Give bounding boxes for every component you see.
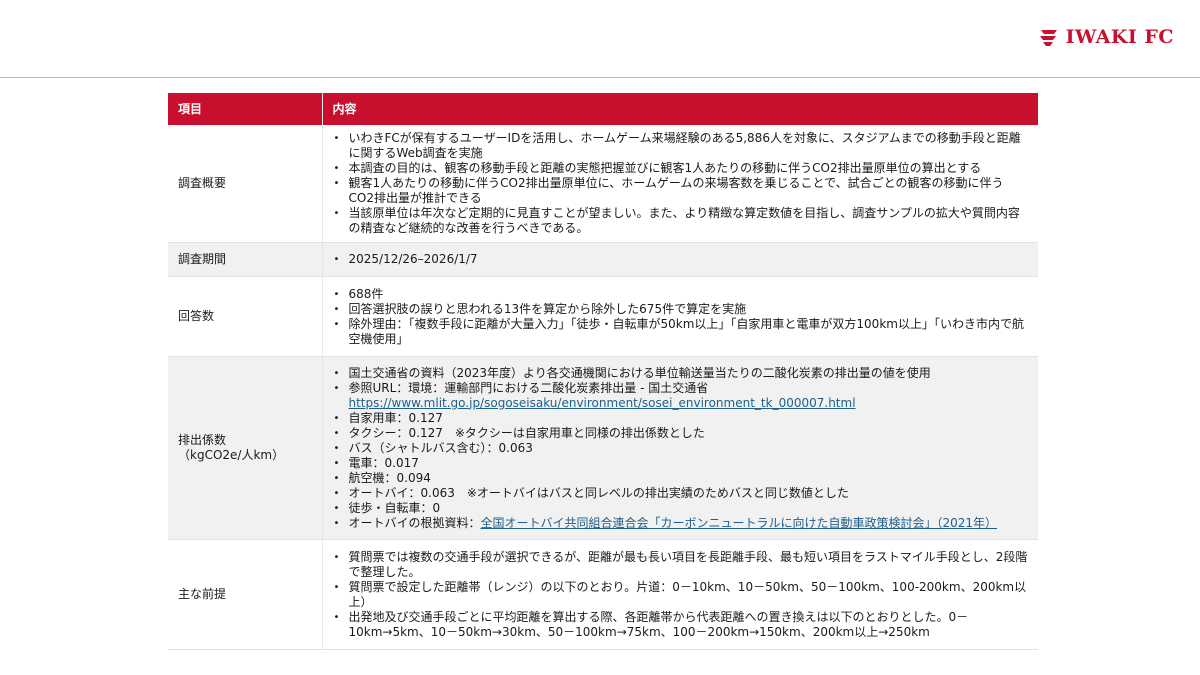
reference-text: 参照URL：環境：運輸部門における二酸化炭素排出量 - 国土交通省	[348, 380, 709, 395]
table-row: 調査概要 いわきFCが保有するユーザーIDを活用し、ホームゲーム来場経験のある5…	[168, 125, 1038, 243]
brand-name: IWAKI FC	[1065, 26, 1174, 48]
reference-url-link[interactable]: https://www.mlit.go.jp/sogoseisaku/envir…	[349, 396, 856, 410]
row-label: 調査期間	[168, 242, 323, 277]
table-row: 主な前提 質問票では複数の交通手段が選択できるが、距離が最も長い項目を長距離手段…	[168, 539, 1038, 650]
list-item: 徒歩・自転車：0	[333, 501, 1029, 516]
table-row: 調査期間 2025/12/26–2026/1/7	[168, 242, 1038, 277]
row-content: 2025/12/26–2026/1/7	[322, 242, 1038, 277]
row-content: 国土交通省の資料（2023年度）より各交通機関における単位輸送量当たりの二酸化炭…	[322, 356, 1038, 540]
list-item: 質問票では複数の交通手段が選択できるが、距離が最も長い項目を長距離手段、最も短い…	[333, 550, 1029, 580]
row-label: 排出係数 （kgCO2e/人km）	[168, 356, 323, 540]
list-item: 除外理由：「複数手段に距離が大量入力」「徒歩・自転車が50km以上」「自家用車と…	[333, 317, 1029, 347]
header-divider	[0, 77, 1200, 78]
list-item: 688件	[333, 287, 1029, 302]
row-content: 688件 回答選択肢の誤りと思われる13件を算定から除外した675件で算定を実施…	[322, 276, 1038, 357]
list-item: 参照URL：環境：運輸部門における二酸化炭素排出量 - 国土交通省 https:…	[333, 381, 1029, 411]
column-header-content: 内容	[322, 93, 1038, 125]
row-content: いわきFCが保有するユーザーIDを活用し、ホームゲーム来場経験のある5,886人…	[322, 125, 1038, 243]
list-item: 国土交通省の資料（2023年度）より各交通機関における単位輸送量当たりの二酸化炭…	[333, 366, 1029, 381]
brand-logo[interactable]: IWAKI FC	[1038, 26, 1174, 48]
list-item: 自家用車：0.127	[333, 411, 1029, 426]
row-content: 質問票では複数の交通手段が選択できるが、距離が最も長い項目を長距離手段、最も短い…	[322, 539, 1038, 650]
row-label: 調査概要	[168, 125, 323, 243]
column-header-item: 項目	[168, 93, 323, 125]
table-row: 回答数 688件 回答選択肢の誤りと思われる13件を算定から除外した675件で算…	[168, 276, 1038, 357]
list-item: いわきFCが保有するユーザーIDを活用し、ホームゲーム来場経験のある5,886人…	[333, 131, 1029, 161]
table-header-row: 項目 内容	[168, 93, 1038, 125]
list-item: タクシー：0.127 ※タクシーは自家用車と同様の排出係数とした	[333, 426, 1029, 441]
brand-mark-icon	[1039, 30, 1057, 46]
list-item: バス（シャトルバス含む）：0.063	[333, 441, 1029, 456]
survey-table: 項目 内容 調査概要 いわきFCが保有するユーザーIDを活用し、ホームゲーム来場…	[168, 93, 1038, 650]
bullet-list: 2025/12/26–2026/1/7	[333, 252, 1029, 267]
list-item: オートバイの根拠資料：全国オートバイ共同組合連合会「カーボンニュートラルに向けた…	[333, 516, 1029, 531]
bullet-list: 国土交通省の資料（2023年度）より各交通機関における単位輸送量当たりの二酸化炭…	[333, 366, 1029, 531]
list-item: 回答選択肢の誤りと思われる13件を算定から除外した675件で算定を実施	[333, 302, 1029, 317]
list-item: 航空機：0.094	[333, 471, 1029, 486]
row-label: 回答数	[168, 276, 323, 357]
list-item: 出発地及び交通手段ごとに平均距離を算出する際、各距離帯から代表距離への置き換えは…	[333, 610, 1029, 640]
source-document-link[interactable]: 全国オートバイ共同組合連合会「カーボンニュートラルに向けた自動車政策検討会」（2…	[481, 516, 998, 530]
bullet-list: 688件 回答選択肢の誤りと思われる13件を算定から除外した675件で算定を実施…	[333, 287, 1029, 347]
list-item: 当該原単位は年次など定期的に見直すことが望ましい。また、より精緻な算定数値を目指…	[333, 206, 1029, 236]
bullet-list: いわきFCが保有するユーザーIDを活用し、ホームゲーム来場経験のある5,886人…	[333, 131, 1029, 236]
list-item: 本調査の目的は、観客の移動手段と距離の実態把握並びに観客1人あたりの移動に伴うC…	[333, 161, 1029, 176]
header: IWAKI FC	[0, 0, 1200, 78]
list-item: 電車：0.017	[333, 456, 1029, 471]
list-item: 観客1人あたりの移動に伴うCO2排出量原単位に、ホームゲームの来場客数を乗じるこ…	[333, 176, 1029, 206]
bullet-list: 質問票では複数の交通手段が選択できるが、距離が最も長い項目を長距離手段、最も短い…	[333, 550, 1029, 640]
list-item: 質問票で設定した距離帯（レンジ）の以下のとおり。片道：0－10km、10－50k…	[333, 580, 1029, 610]
list-item: 2025/12/26–2026/1/7	[333, 252, 1029, 267]
table-row: 排出係数 （kgCO2e/人km） 国土交通省の資料（2023年度）より各交通機…	[168, 356, 1038, 540]
row-label: 主な前提	[168, 539, 323, 650]
source-label: オートバイの根拠資料：	[348, 515, 481, 530]
list-item: オートバイ：0.063 ※オートバイはバスと同レベルの排出実績のためバスと同じ数…	[333, 486, 1029, 501]
